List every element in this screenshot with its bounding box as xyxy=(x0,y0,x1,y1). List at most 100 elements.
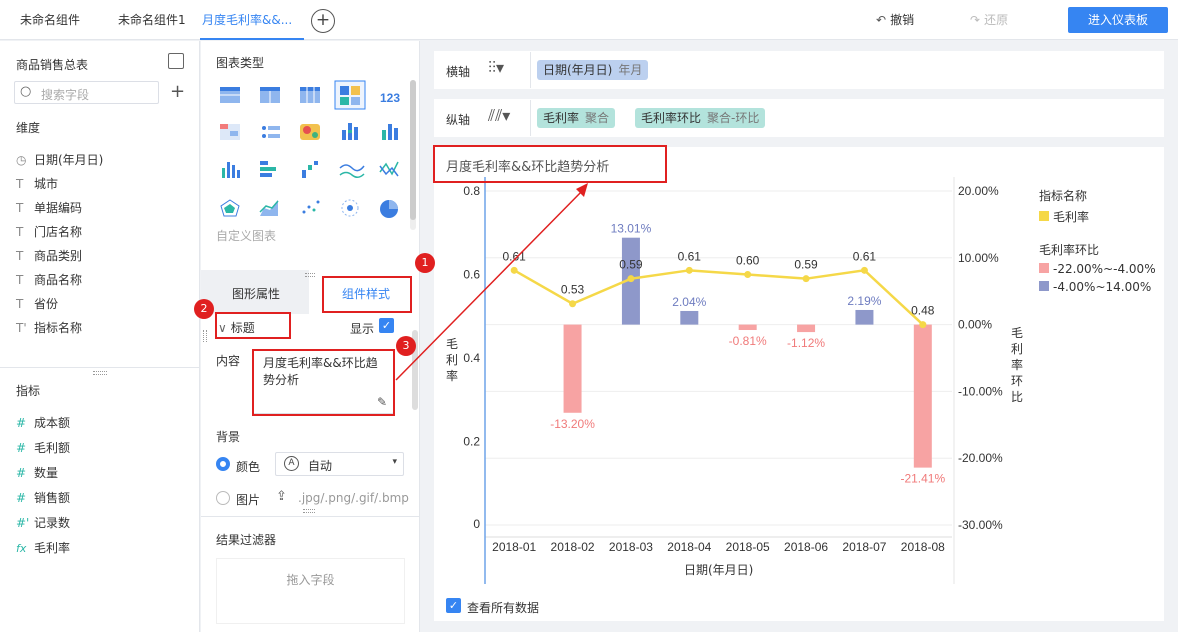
line-point-margin[interactable] xyxy=(744,271,752,278)
drop-field-hint: 拖入字段 xyxy=(286,573,335,587)
metric-field[interactable]: # 数量 xyxy=(16,464,58,481)
metric-field[interactable]: # 毛利额 xyxy=(16,439,70,456)
radar-icon[interactable] xyxy=(220,199,240,217)
table-title: 商品销售总表 xyxy=(16,58,89,72)
dimension-field[interactable]: T 门店名称 xyxy=(16,223,82,240)
heatmap-icon[interactable] xyxy=(300,124,320,140)
dimension-field[interactable]: T 商品名称 xyxy=(16,271,82,288)
search-input[interactable]: ○ 搜索字段 xyxy=(14,81,159,104)
heat-table-icon[interactable] xyxy=(220,124,240,140)
line-point-margin[interactable] xyxy=(919,321,927,329)
dimension-field[interactable]: T 城市 xyxy=(16,175,58,192)
grouped-bar-icon[interactable] xyxy=(382,124,398,140)
dimension-field[interactable]: T 省份 xyxy=(16,295,58,312)
y-axis-field-pill[interactable]: 毛利率环比 聚合-环比 xyxy=(635,108,766,128)
redo-button[interactable]: ↷ 还原 xyxy=(970,11,1008,28)
dimension-field[interactable]: T' 指标名称 xyxy=(16,319,82,336)
dot-map-icon[interactable] xyxy=(341,199,359,217)
line-data-label: 0.60 xyxy=(736,254,760,268)
show-label: 显示 xyxy=(350,322,375,336)
legend-item[interactable]: -4.00%~14.00% xyxy=(1039,280,1151,294)
text-icon: T xyxy=(16,225,24,239)
tab-unnamed-widget-1[interactable]: 未命名组件1 xyxy=(118,0,190,40)
line-point-margin[interactable] xyxy=(627,275,635,283)
ranking-icon[interactable] xyxy=(262,126,280,138)
tab-unnamed-widget[interactable]: 未命名组件 xyxy=(20,0,92,40)
table-icon[interactable] xyxy=(220,87,240,103)
polyline-chart-icon[interactable] xyxy=(379,161,399,177)
metric-field[interactable]: # 成本额 xyxy=(16,414,70,431)
legend-item[interactable]: -22.00%~-4.00% xyxy=(1039,262,1156,276)
stacked-bar-icon[interactable] xyxy=(342,123,358,140)
auto-color-icon: A xyxy=(284,456,299,471)
add-field-icon[interactable]: + xyxy=(170,81,185,102)
switch-table-icon[interactable] xyxy=(168,53,184,69)
filter-drop-zone[interactable]: 拖入字段 xyxy=(216,558,405,624)
number-icon: # xyxy=(16,416,27,430)
waterfall-icon[interactable] xyxy=(302,161,318,178)
bar-margin-change[interactable] xyxy=(913,324,932,468)
auto-color-label: 自动 xyxy=(308,459,333,473)
group-table-icon[interactable] xyxy=(260,87,280,103)
dropdown-caret-icon: ▾ xyxy=(392,457,397,467)
drag-handle-icon[interactable] xyxy=(93,371,107,375)
bar-margin-change[interactable] xyxy=(680,310,699,325)
bar-margin-change[interactable] xyxy=(738,324,757,331)
metric-field[interactable]: fx 毛利率 xyxy=(16,539,70,556)
bar-data-label: 13.01% xyxy=(611,222,652,236)
metric-field[interactable]: # 销售额 xyxy=(16,489,70,506)
field-label: 日期(年月日) xyxy=(34,153,104,167)
field-label: 数量 xyxy=(34,466,59,480)
undo-button[interactable]: ↶ 撤销 xyxy=(876,11,914,28)
search-placeholder: 搜索字段 xyxy=(41,88,90,102)
bar-margin-change[interactable] xyxy=(855,309,874,325)
y-axis-field-pill[interactable]: 毛利率 聚合 xyxy=(537,108,616,128)
field-label: 城市 xyxy=(34,177,59,191)
field-label: 记录数 xyxy=(34,516,71,530)
cross-table-icon[interactable] xyxy=(300,87,320,103)
bar-data-label: -13.20% xyxy=(550,417,595,431)
x-axis-field-pill[interactable]: 日期(年月日) 年月 xyxy=(537,60,649,80)
line-point-margin[interactable] xyxy=(802,275,810,283)
auto-color-select[interactable]: A 自动 ▾ xyxy=(275,452,404,476)
drag-handle-icon[interactable] xyxy=(303,509,315,513)
x-axis-chart-type-icon[interactable]: ⫶⫶▾ xyxy=(488,58,504,78)
area-chart-icon[interactable] xyxy=(259,200,279,216)
legend-swatch xyxy=(1039,211,1049,221)
enter-dashboard-button[interactable]: 进入仪表板 xyxy=(1068,7,1168,33)
line-chart-icon[interactable] xyxy=(339,164,365,178)
line-point-margin[interactable] xyxy=(860,266,868,274)
scatter-icon[interactable] xyxy=(302,200,320,214)
annotation-arrow xyxy=(395,183,588,381)
add-tab-button[interactable]: + xyxy=(311,9,335,33)
legend-item[interactable]: 毛利率 xyxy=(1039,208,1089,225)
bar-chart-icon[interactable] xyxy=(260,161,276,177)
field-label: 毛利额 xyxy=(34,441,71,455)
image-radio[interactable] xyxy=(216,491,230,505)
color-radio[interactable] xyxy=(216,457,230,471)
undo-label: 撤销 xyxy=(890,13,915,27)
bar-margin-change[interactable] xyxy=(797,324,816,333)
dimension-field[interactable]: T 单据编码 xyxy=(16,199,82,216)
custom-chart-label[interactable]: 自定义图表 xyxy=(216,227,276,244)
view-all-data-checkbox[interactable]: ✓ xyxy=(446,598,461,613)
line-point-margin[interactable] xyxy=(685,266,693,274)
x-axis-label: 横轴 xyxy=(446,65,471,79)
line-data-label: 0.59 xyxy=(619,258,643,272)
legend-swatch xyxy=(1039,281,1049,291)
drag-handle-icon[interactable] xyxy=(305,273,315,277)
drag-handle-icon[interactable] xyxy=(203,330,207,342)
right-tick-label: 20.00% xyxy=(958,184,999,198)
kpi-icon[interactable]: 123 xyxy=(380,91,400,105)
bar-data-label: -0.81% xyxy=(729,334,767,348)
dimension-field[interactable]: ◷ 日期(年月日) xyxy=(16,151,103,168)
x-axis-title: 日期(年月日) xyxy=(684,563,754,577)
metric-field[interactable]: #' 记录数 xyxy=(16,514,70,531)
legend-title-change: 毛利率环比 xyxy=(1039,243,1100,257)
dimension-field[interactable]: T 商品类别 xyxy=(16,247,82,264)
upload-icon[interactable]: ⇪ xyxy=(276,489,287,504)
column-chart-icon[interactable] xyxy=(222,162,240,178)
y-axis-chart-type-icon[interactable]: ⫽⫽▾ xyxy=(488,106,510,126)
number-icon: # xyxy=(16,466,27,480)
tab-monthly-margin[interactable]: 月度毛利率&&... xyxy=(200,0,304,40)
